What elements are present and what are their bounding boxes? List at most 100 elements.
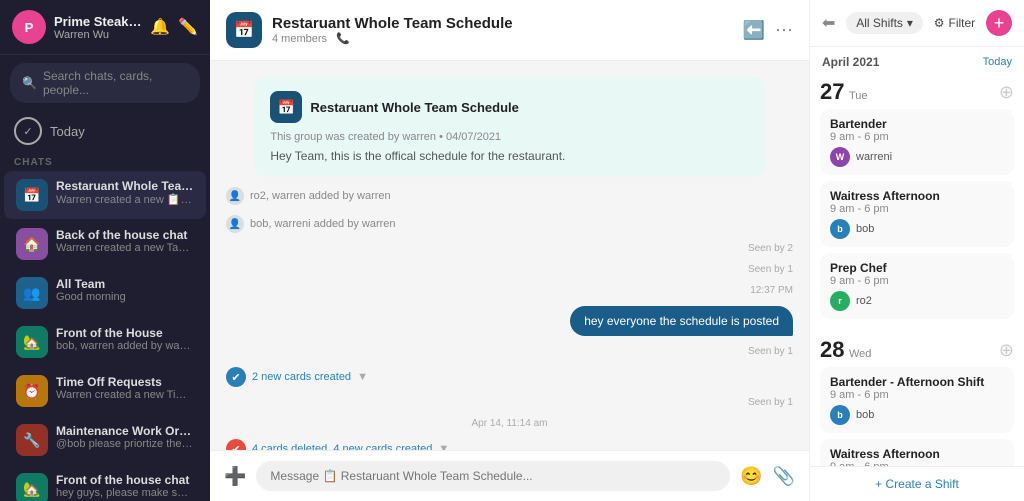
sidebar-item-time-off[interactable]: ⏰ Time Off Requests Warren created a new… bbox=[4, 367, 206, 415]
date-divider: Apr 14, 11:14 am bbox=[226, 418, 793, 429]
filter-icon: ⚙ bbox=[934, 16, 945, 30]
filter-label: Filter bbox=[949, 16, 976, 30]
cards-notif-icon-1: ✔ bbox=[226, 367, 246, 387]
seen-label-3: Seen by 1 bbox=[748, 346, 793, 357]
chat-name-6: Maintenance Work Orders bbox=[56, 424, 194, 438]
person-avatar-4: b bbox=[830, 405, 850, 425]
system-msg-text-2: bob, warreni added by warren bbox=[250, 218, 396, 230]
chat-header-avatar: 📅 bbox=[226, 12, 262, 48]
cards-notif-2[interactable]: ✔ 4 cards deleted, 4 new cards created ▼ bbox=[226, 439, 449, 450]
shift-role-4: Bartender - Afternoon Shift bbox=[830, 375, 1004, 389]
more-options-icon[interactable]: ⋯ bbox=[775, 20, 793, 41]
chat-preview-3: Good morning bbox=[56, 291, 194, 303]
create-shift-bar[interactable]: + Create a Shift bbox=[810, 466, 1024, 501]
sidebar: P Prime Steakho... Warren Wu 🔔 ✏️ 🔍 Sear… bbox=[0, 0, 210, 501]
cards-notif-text-2: 4 cards deleted, 4 new cards created bbox=[252, 443, 432, 450]
chat-header: 📅 Restaruant Whole Team Schedule 4 membe… bbox=[210, 0, 809, 61]
chat-messages: 📅 Restaruant Whole Team Schedule This gr… bbox=[210, 61, 809, 450]
sidebar-item-back-house[interactable]: 🏠 Back of the house chat Warren created … bbox=[4, 220, 206, 268]
chat-preview-4: bob, warren added by warren bbox=[56, 340, 194, 352]
chat-preview-7: hey guys, please make sure to sanitize t… bbox=[56, 487, 194, 499]
info-card-title-block: Restaruant Whole Team Schedule bbox=[310, 100, 519, 115]
org-avatar: P bbox=[12, 10, 46, 44]
sidebar-item-front-house-chat[interactable]: 🏡 Front of the house chat hey guys, plea… bbox=[4, 465, 206, 501]
add-attachment-icon[interactable]: ➕ bbox=[224, 466, 246, 487]
day-header-28: 28 Wed ⊕ bbox=[820, 337, 1014, 363]
chat-list: 📅 Restaruant Whole Team Schedule Warren … bbox=[0, 170, 210, 501]
today-circle-icon: ✓ bbox=[14, 117, 42, 145]
chat-preview-2: Warren created a new Task: test 1 bbox=[56, 242, 194, 254]
chat-avatar-7: 🏡 bbox=[16, 473, 48, 501]
chat-message-input[interactable] bbox=[256, 461, 730, 491]
seen-label-4: Seen by 1 bbox=[748, 397, 793, 408]
bubble-right-1: hey everyone the schedule is posted bbox=[570, 306, 793, 336]
chat-name-3: All Team bbox=[56, 277, 194, 291]
shift-time-2: 9 am - 6 pm bbox=[830, 203, 1004, 215]
schedule-month-header: April 2021 Today bbox=[810, 47, 1024, 73]
shift-card-waitress-2: Waitress Afternoon 9 am - 6 pm b bob bbox=[820, 439, 1014, 466]
schedule-back-icon[interactable]: ⬅ bbox=[822, 13, 835, 33]
day-add-btn-28[interactable]: ⊕ bbox=[999, 340, 1014, 361]
shift-role-2: Waitress Afternoon bbox=[830, 189, 1004, 203]
month-label: April 2021 bbox=[822, 55, 879, 69]
schedule-header: ⬅ All Shifts ▾ ⚙ Filter + bbox=[810, 0, 1024, 47]
main-chat-panel: 📅 Restaruant Whole Team Schedule 4 membe… bbox=[210, 0, 809, 501]
shift-time-4: 9 am - 6 pm bbox=[830, 389, 1004, 401]
system-msg-icon-2: 👤 bbox=[226, 215, 244, 233]
add-shift-button[interactable]: + bbox=[986, 10, 1012, 36]
day-section-28: 28 Wed ⊕ Bartender - Afternoon Shift 9 a… bbox=[810, 331, 1024, 466]
chat-info-5: Time Off Requests Warren created a new T… bbox=[56, 375, 194, 401]
chat-info-1: Restaruant Whole Team Schedule Warren cr… bbox=[56, 179, 194, 206]
back-icon[interactable]: ⬅️ bbox=[743, 20, 765, 41]
info-card-title: Restaruant Whole Team Schedule bbox=[310, 100, 519, 115]
schedule-body: 27 Tue ⊕ Bartender 9 am - 6 pm W warreni… bbox=[810, 73, 1024, 466]
sidebar-org-info: Prime Steakho... Warren Wu bbox=[54, 14, 142, 41]
sidebar-item-front-house[interactable]: 🏡 Front of the House bob, warren added b… bbox=[4, 318, 206, 366]
sidebar-item-all-team[interactable]: 👥 All Team Good morning bbox=[4, 269, 206, 317]
info-card-body: Hey Team, this is the offical schedule f… bbox=[270, 149, 748, 163]
notification-icon[interactable]: 🔔 bbox=[150, 17, 170, 37]
chat-header-actions: ⬅️ ⋯ bbox=[743, 20, 793, 41]
info-card: 📅 Restaruant Whole Team Schedule This gr… bbox=[254, 77, 764, 177]
today-button[interactable]: ✓ Today bbox=[0, 111, 210, 151]
members-count: 4 members bbox=[272, 33, 327, 45]
sidebar-action-icons: 🔔 ✏️ bbox=[150, 17, 198, 37]
person-name-4: bob bbox=[856, 409, 874, 421]
shift-card-bartender: Bartender 9 am - 6 pm W warreni bbox=[820, 109, 1014, 175]
search-bar[interactable]: 🔍 Search chats, cards, people... bbox=[10, 63, 200, 103]
system-msg-ro2: 👤 ro2, warren added by warren bbox=[226, 187, 391, 205]
day-info-28: 28 Wed bbox=[820, 337, 871, 363]
chat-header-title: Restaruant Whole Team Schedule bbox=[272, 15, 733, 32]
person-avatar-1: W bbox=[830, 147, 850, 167]
today-label: Today bbox=[50, 124, 85, 139]
schedule-today-btn[interactable]: Today bbox=[983, 56, 1012, 68]
shift-card-waitress-1: Waitress Afternoon 9 am - 6 pm b bob bbox=[820, 181, 1014, 247]
person-name-2: bob bbox=[856, 223, 874, 235]
chat-avatar-4: 🏡 bbox=[16, 326, 48, 358]
chat-info-4: Front of the House bob, warren added by … bbox=[56, 326, 194, 352]
chat-name-7: Front of the house chat bbox=[56, 473, 194, 487]
info-card-header: 📅 Restaruant Whole Team Schedule bbox=[270, 91, 748, 123]
attachment-icon[interactable]: 📎 bbox=[773, 466, 795, 487]
shift-person-1: W warreni bbox=[830, 147, 1004, 167]
day-num-28: 28 bbox=[820, 337, 844, 362]
sidebar-item-team-schedule[interactable]: 📅 Restaruant Whole Team Schedule Warren … bbox=[4, 171, 206, 219]
schedule-panel: ⬅ All Shifts ▾ ⚙ Filter + April 2021 Tod… bbox=[809, 0, 1024, 501]
cards-notif-1[interactable]: ✔ 2 new cards created ▼ bbox=[226, 367, 368, 387]
emoji-icon[interactable]: 😊 bbox=[740, 466, 762, 487]
filter-button[interactable]: ⚙ Filter bbox=[934, 16, 975, 30]
cards-notif-chevron-2: ▼ bbox=[438, 443, 449, 450]
shifts-selector[interactable]: All Shifts ▾ bbox=[846, 12, 923, 34]
shift-time-1: 9 am - 6 pm bbox=[830, 131, 1004, 143]
shift-person-2: b bob bbox=[830, 219, 1004, 239]
chat-info-7: Front of the house chat hey guys, please… bbox=[56, 473, 194, 499]
chat-avatar-6: 🔧 bbox=[16, 424, 48, 456]
day-add-btn-27[interactable]: ⊕ bbox=[999, 82, 1014, 103]
day-name-28: Wed bbox=[849, 348, 871, 360]
chat-preview-1: Warren created a new 📋 Shift Schedule: B… bbox=[56, 193, 194, 206]
chat-name-4: Front of the House bbox=[56, 326, 194, 340]
compose-icon[interactable]: ✏️ bbox=[178, 17, 198, 37]
sidebar-item-maintenance[interactable]: 🔧 Maintenance Work Orders @bob please pr… bbox=[4, 416, 206, 464]
system-msg-bob: 👤 bob, warreni added by warren bbox=[226, 215, 396, 233]
shift-card-prep-chef: Prep Chef 9 am - 6 pm r ro2 bbox=[820, 253, 1014, 319]
